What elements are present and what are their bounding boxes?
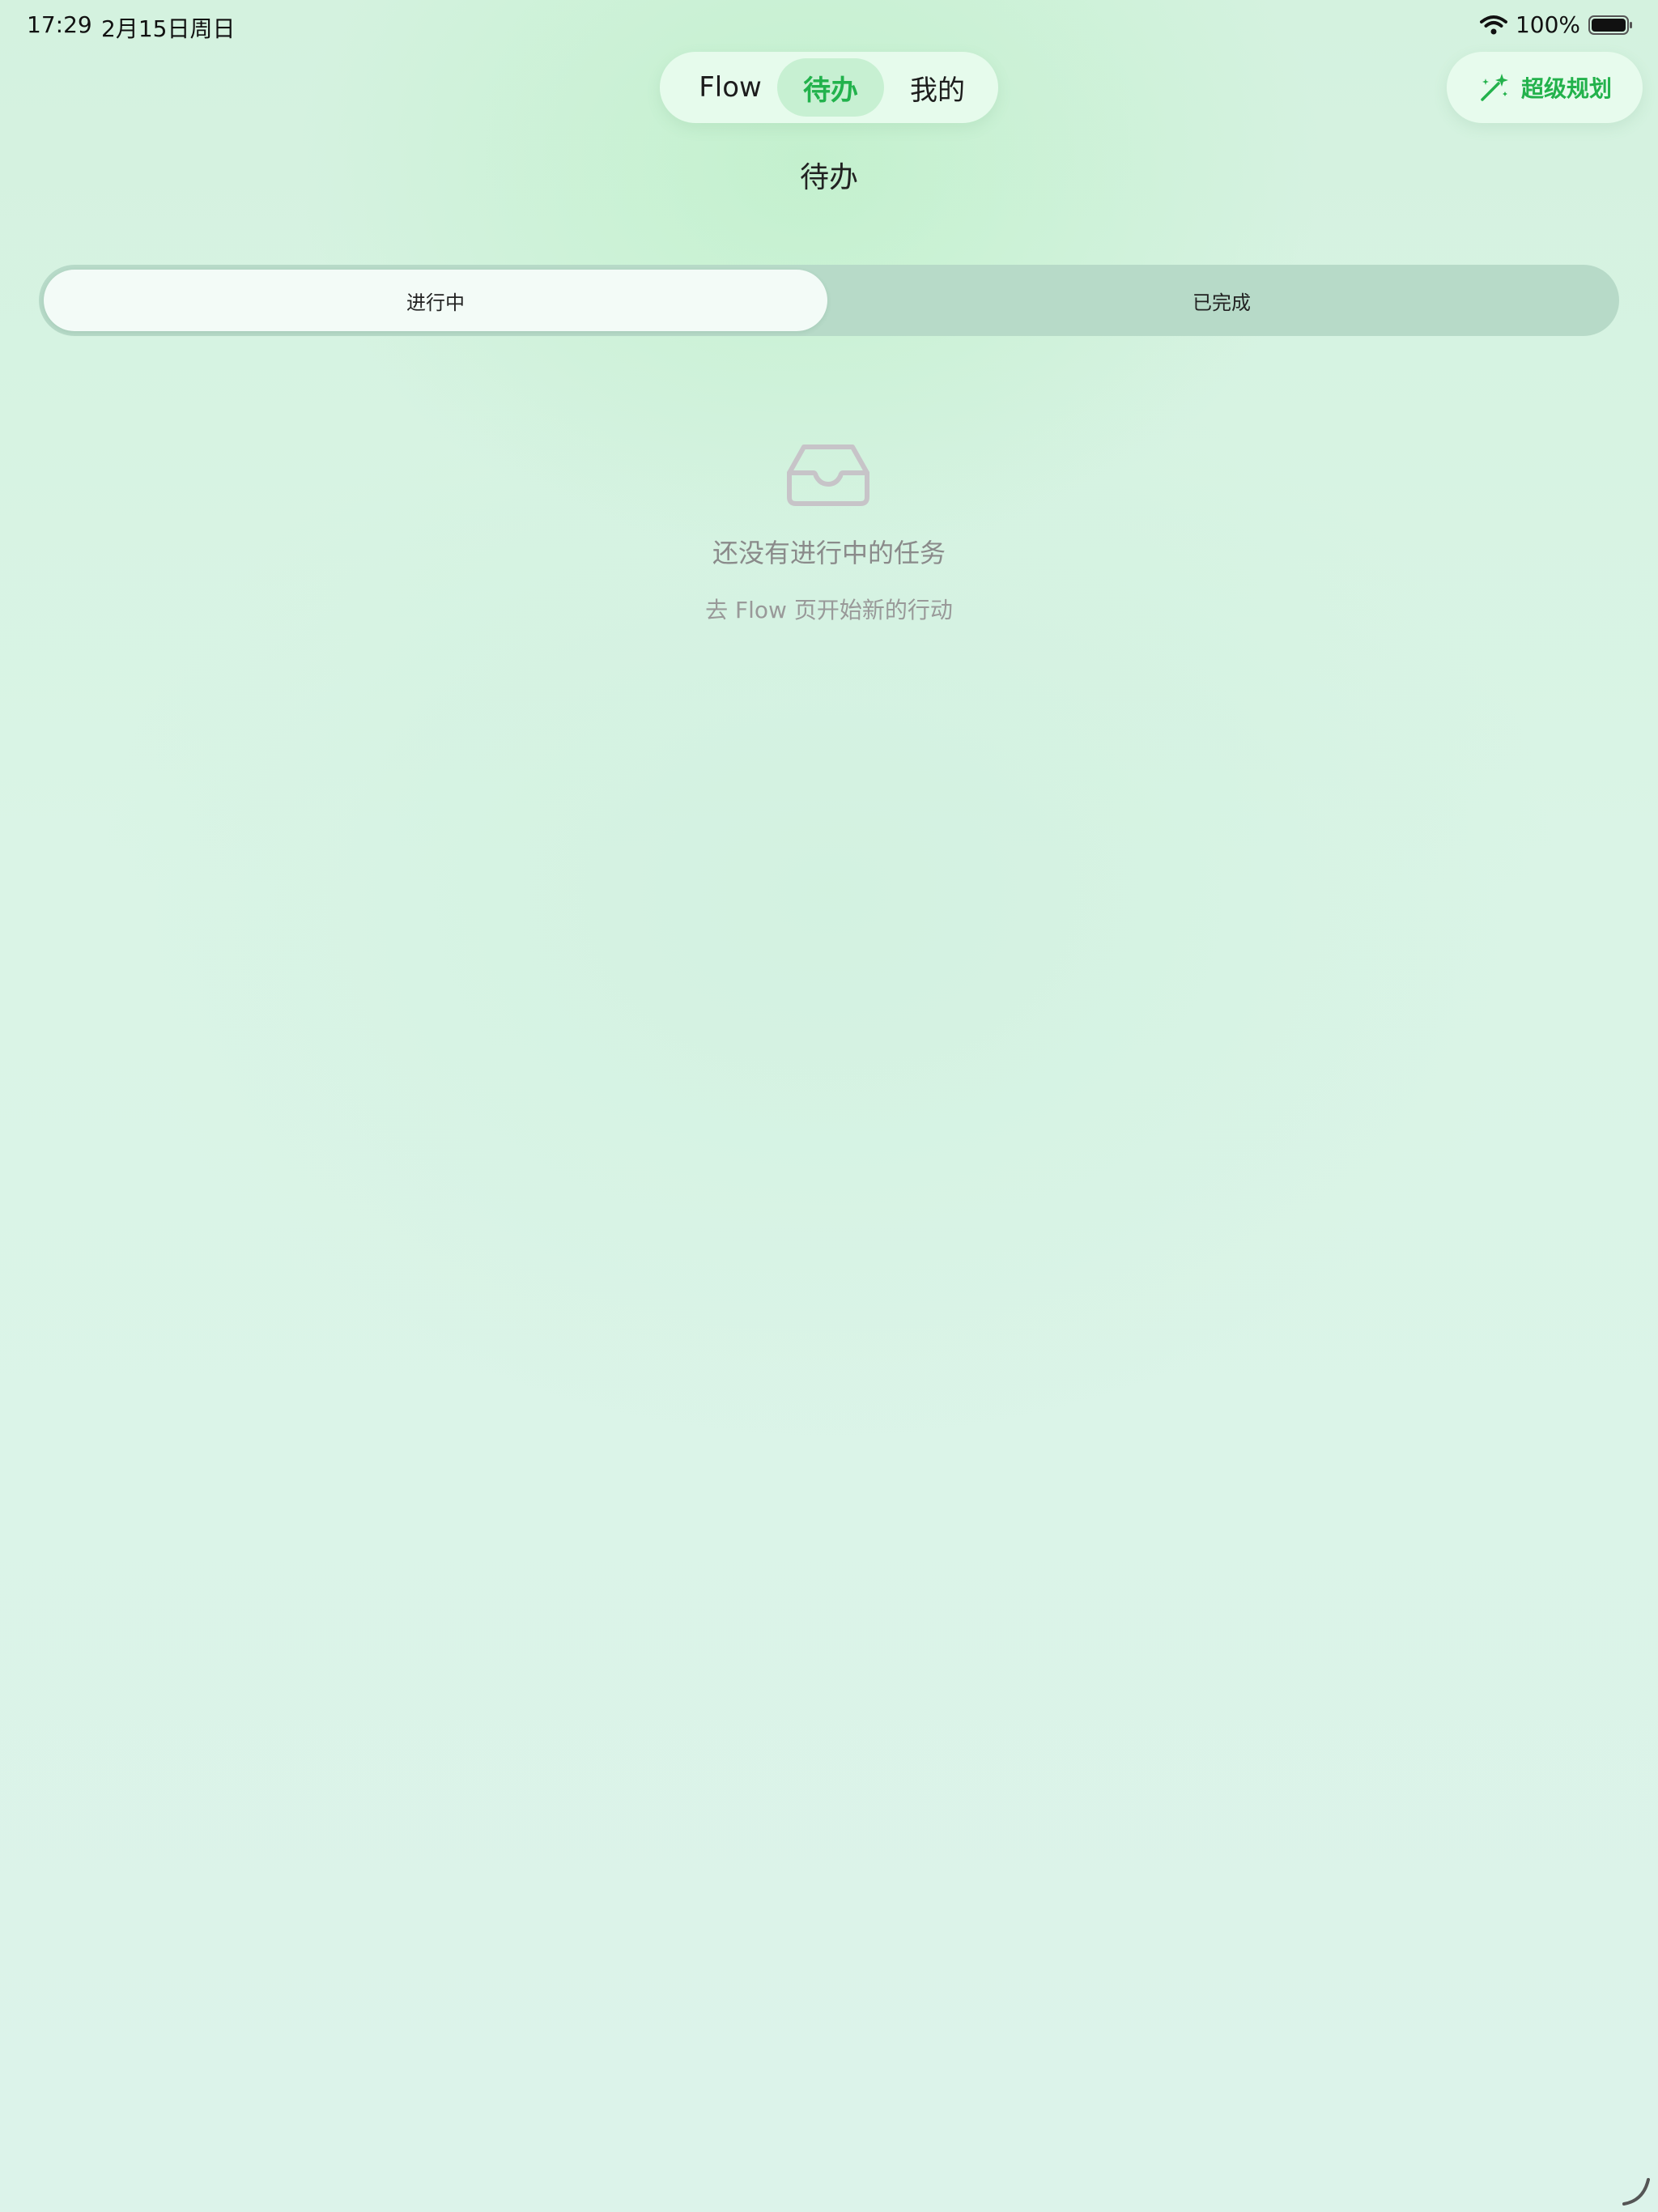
status-filter-segment: 进行中 已完成 xyxy=(39,265,1619,336)
battery-icon xyxy=(1588,15,1632,35)
filter-tab-label: 进行中 xyxy=(406,291,465,314)
tab-todo[interactable]: 待办 xyxy=(777,58,884,117)
battery-percentage: 100% xyxy=(1515,11,1580,38)
status-bar: 17:29 2月15日周日 100% xyxy=(0,0,1658,52)
super-plan-label: 超级规划 xyxy=(1520,75,1612,102)
empty-state-title: 还没有进行中的任务 xyxy=(712,538,946,568)
filter-tab-in-progress[interactable]: 进行中 xyxy=(44,270,827,331)
resize-handle-icon[interactable] xyxy=(1619,2175,1652,2207)
empty-state-subtitle: 去 Flow 页开始新的行动 xyxy=(705,597,953,623)
filter-tab-completed[interactable]: 已完成 xyxy=(829,270,1614,331)
top-nav: Flow 待办 我的 xyxy=(660,52,998,123)
status-date: 2月15日周日 xyxy=(101,15,236,42)
magic-wand-icon xyxy=(1481,74,1508,101)
status-indicators: 100% xyxy=(1479,11,1634,38)
status-time: 17:29 xyxy=(27,11,92,38)
wifi-icon xyxy=(1479,15,1507,34)
tab-flow[interactable]: Flow xyxy=(678,58,783,117)
page-title: 待办 xyxy=(799,161,858,194)
filter-tab-label: 已完成 xyxy=(1192,291,1251,314)
super-plan-button[interactable]: 超级规划 xyxy=(1447,52,1643,123)
inbox-icon xyxy=(787,445,869,506)
tab-mine[interactable]: 我的 xyxy=(885,58,990,117)
